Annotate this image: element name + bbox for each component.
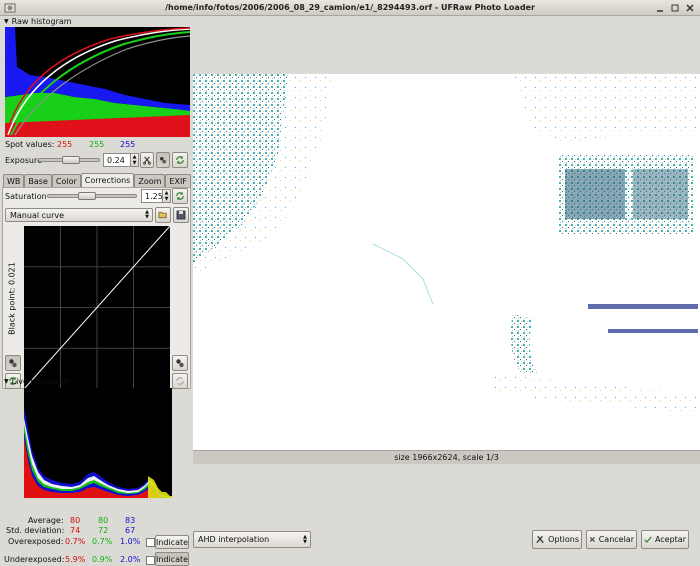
underexposed-label: Underexposed: <box>4 555 65 564</box>
overexposed-blue: 1.0% <box>120 537 141 546</box>
folder-open-icon <box>158 211 167 219</box>
raw-histogram-expander[interactable]: ▼ Raw histogram <box>0 16 193 26</box>
tab-wb[interactable]: WB <box>3 174 25 187</box>
saturation-slider[interactable] <box>47 192 137 200</box>
scissors-icon <box>143 156 151 165</box>
exposure-input[interactable]: 0.24 <box>103 153 131 167</box>
saturation-slider-knob[interactable] <box>78 192 96 200</box>
black-point-auto-button[interactable] <box>5 355 21 371</box>
black-point-label: Black point: 0.021 <box>7 262 17 335</box>
average-blue: 83 <box>125 516 136 525</box>
expander-arrow-icon: ▼ <box>4 377 9 385</box>
saturation-reset-button[interactable] <box>172 188 188 204</box>
image-size-text: size 1966x2624, scale 1/3 <box>394 453 499 462</box>
std-deviation-red: 74 <box>70 526 81 535</box>
tab-corrections[interactable]: Corrections <box>80 173 135 187</box>
tools-icon <box>536 535 544 544</box>
underexposed-indicate-checkbox[interactable] <box>146 556 155 565</box>
open-curve-button[interactable] <box>155 207 171 223</box>
curve-select[interactable]: Manual curve ▲ ▼ <box>5 208 153 222</box>
chevron-updown-icon: ▲ ▼ <box>303 534 307 545</box>
std-deviation-blue: 67 <box>125 526 136 535</box>
underexposed-indicate-button[interactable]: Indicate <box>155 552 189 566</box>
live-histogram <box>24 388 172 498</box>
tab-base[interactable]: Base <box>24 174 52 187</box>
underexposed-green: 0.9% <box>92 555 113 564</box>
overexposed-label: Overexposed: <box>8 537 64 546</box>
minimize-icon[interactable] <box>654 2 666 14</box>
tab-exif[interactable]: EXIF <box>165 174 191 187</box>
curve-editor[interactable] <box>24 226 170 389</box>
saturation-label: Saturation <box>5 192 47 201</box>
saturation-spinner[interactable]: ▲ ▼ <box>163 189 171 203</box>
live-histogram-label: Live histogram <box>11 376 72 386</box>
chevron-updown-icon: ▲ ▼ <box>145 209 149 220</box>
gears-icon <box>9 359 17 368</box>
overexposed-red: 0.7% <box>65 537 86 546</box>
left-panel: ▼ Raw histogram Spot values: 255 255 255… <box>0 16 193 566</box>
close-icon[interactable] <box>684 2 696 14</box>
tab-zoom[interactable]: Zoom <box>134 174 166 187</box>
cancel-icon <box>589 537 595 542</box>
overexposed-indicate-button[interactable]: Indicate <box>155 535 189 549</box>
spot-value-green: 255 <box>89 140 105 149</box>
raw-histogram-label: Raw histogram <box>11 16 72 26</box>
curve-select-value: Manual curve <box>10 210 65 220</box>
save-icon <box>176 210 186 220</box>
preview-panel: size 1966x2624, scale 1/3 AHD interpolat… <box>193 16 700 555</box>
accept-label: Aceptar <box>654 535 686 544</box>
gears-icon <box>160 157 166 164</box>
accept-button[interactable]: Aceptar <box>641 530 689 549</box>
save-curve-button[interactable] <box>173 207 189 223</box>
spin-down-icon[interactable]: ▼ <box>165 196 169 202</box>
curve-auto-button[interactable] <box>172 355 188 371</box>
average-red: 80 <box>70 516 81 525</box>
app-icon[interactable] <box>4 2 16 14</box>
options-label: Options <box>548 535 579 544</box>
title-bar: /home/info/fotos/2006/2006_08_29_camion/… <box>0 0 700 16</box>
exposure-reset-button[interactable] <box>172 152 188 168</box>
exposure-spinner[interactable]: ▲ ▼ <box>131 153 139 167</box>
options-button[interactable]: Options <box>532 530 582 549</box>
expander-arrow-icon: ▼ <box>4 17 9 25</box>
std-deviation-green: 72 <box>98 526 109 535</box>
auto-exposure-button[interactable] <box>140 152 154 168</box>
interpolation-select[interactable]: AHD interpolation ▲ ▼ <box>193 531 311 548</box>
spot-values-label: Spot values: <box>5 140 55 149</box>
gears-icon <box>176 359 184 368</box>
average-label: Average: <box>28 516 64 525</box>
window-title: /home/info/fotos/2006/2006_08_29_camion/… <box>165 3 535 12</box>
exposure-label: Exposure <box>5 156 43 165</box>
overexposed-green: 0.7% <box>92 537 113 546</box>
exposure-slider-knob[interactable] <box>62 156 80 164</box>
tab-color[interactable]: Color <box>51 174 81 187</box>
accept-icon <box>644 536 652 543</box>
std-deviation-label: Std. deviation: <box>6 526 65 535</box>
saturation-input[interactable]: 1.25 <box>141 189 163 203</box>
cancel-label: Cancelar <box>598 535 634 544</box>
reset-icon <box>176 156 184 164</box>
interpolation-select-value: AHD interpolation <box>198 535 270 544</box>
live-histogram-expander[interactable]: ▼ Live histogram <box>0 376 193 386</box>
cancel-button[interactable]: Cancelar <box>586 530 637 549</box>
average-green: 80 <box>98 516 109 525</box>
image-preview[interactable] <box>193 74 700 450</box>
spot-value-red: 255 <box>57 140 73 149</box>
exposure-slider[interactable] <box>38 156 100 164</box>
exposure-clip-button[interactable] <box>156 152 170 168</box>
raw-histogram <box>5 27 190 137</box>
settings-tabs: WB Base Color Corrections Zoom EXIF <box>3 173 191 187</box>
underexposed-red: 5.9% <box>65 555 86 564</box>
image-size-bar: size 1966x2624, scale 1/3 <box>193 450 700 464</box>
spin-down-icon[interactable]: ▼ <box>133 160 137 166</box>
underexposed-blue: 2.0% <box>120 555 141 564</box>
maximize-icon[interactable] <box>669 2 681 14</box>
preview-photo <box>193 74 700 450</box>
overexposed-indicate-checkbox[interactable] <box>146 538 155 547</box>
spot-value-blue: 255 <box>120 140 136 149</box>
reset-icon <box>176 192 184 200</box>
